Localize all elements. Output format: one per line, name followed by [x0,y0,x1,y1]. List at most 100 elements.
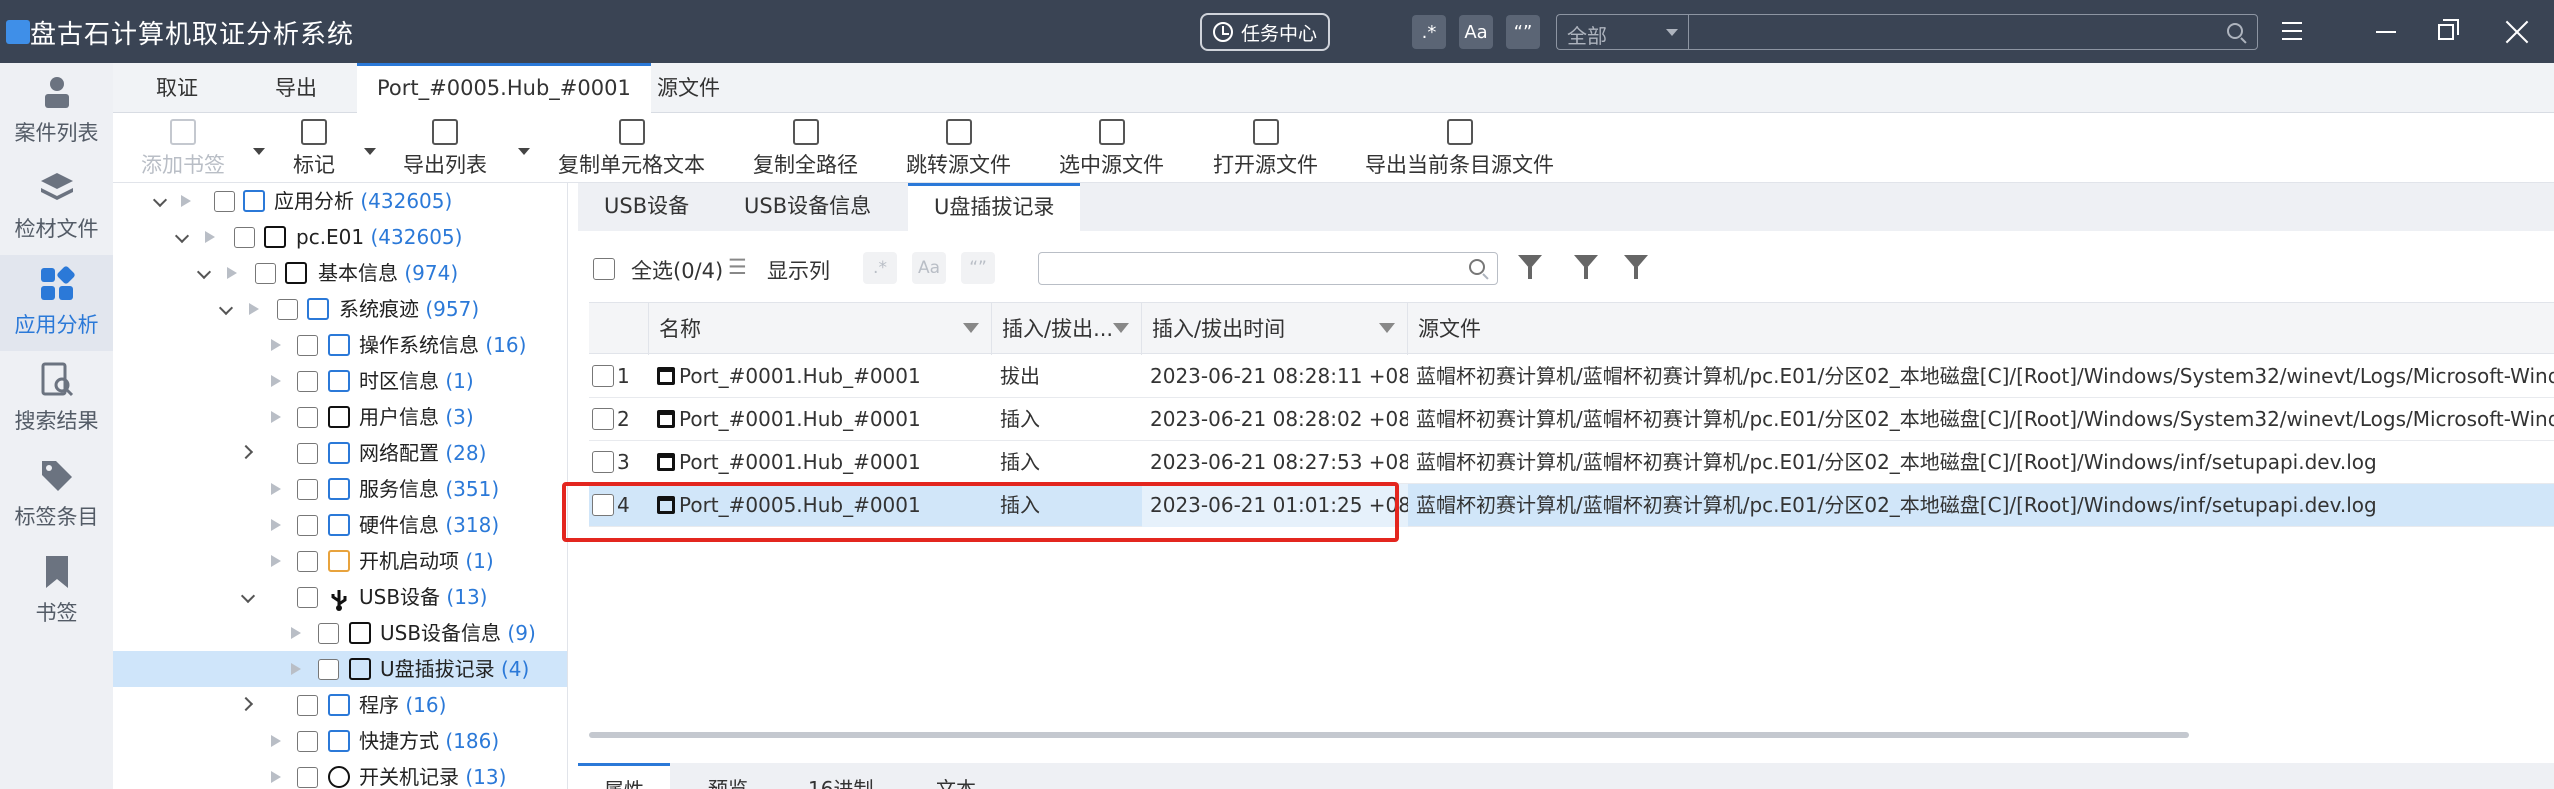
chevron-down-icon[interactable] [240,588,256,604]
tree-checkbox[interactable] [318,623,339,644]
tree-node[interactable]: 开关机记录 (13) [113,759,567,789]
tree-checkbox[interactable] [297,695,318,716]
close-icon[interactable] [2505,20,2529,44]
chevron-down-icon[interactable] [518,148,530,155]
tree-checkbox[interactable] [297,335,318,356]
tree-node[interactable]: USB设备 (13) [113,579,567,615]
tree-node[interactable]: 系统痕迹 (957) [113,291,567,327]
tree-checkbox[interactable] [234,227,255,248]
task-center-button[interactable]: 任务中心 [1200,13,1330,51]
tree-node[interactable]: 操作系统信息 (16) [113,327,567,363]
nav-item-search-results[interactable]: 搜索结果 [0,351,113,447]
nav-item-evidence-files[interactable]: 检材文件 [0,159,113,255]
tab-usb-plug-records[interactable]: U盘插拔记录 [908,183,1081,231]
filter-reset-icon[interactable] [1624,255,1648,279]
column-filter-icon[interactable] [1379,323,1395,333]
filter-clear-icon[interactable] [1574,255,1598,279]
case-toggle-button[interactable]: Aa [1459,15,1493,49]
chevron-right-icon[interactable] [238,444,254,460]
chevron-down-icon[interactable] [218,300,234,316]
tree-checkbox[interactable] [297,551,318,572]
copy-path-button[interactable]: 复制全路径 [753,119,858,179]
horizontal-scrollbar[interactable] [589,732,2189,738]
tree-checkbox[interactable] [297,767,318,788]
global-search-input[interactable] [1688,14,2258,50]
table-row[interactable]: 1 Port_#0001.Hub_#0001 拔出 2023-06-21 08:… [589,355,2554,398]
table-row[interactable]: 3 Port_#0001.Hub_#0001 插入 2023-06-21 08:… [589,441,2554,484]
tab-hex[interactable]: 16进制 [808,773,873,789]
case-toggle-button[interactable]: Aa [912,252,946,284]
tree-checkbox[interactable] [297,443,318,464]
tab-export[interactable]: 导出 [255,63,337,113]
search-scope-select[interactable]: 全部 [1556,14,1688,50]
tree-node[interactable]: 基本信息 (974) [113,255,567,291]
chevron-down-icon[interactable] [174,228,190,244]
menu-icon[interactable] [2282,22,2302,40]
tab-preview[interactable]: 预览 [708,773,748,789]
minimize-icon[interactable] [2376,31,2396,33]
tree-node[interactable]: 用户信息 (3) [113,399,567,435]
tree-checkbox[interactable] [297,587,318,608]
tree-node[interactable]: 硬件信息 (318) [113,507,567,543]
tree-checkbox[interactable] [297,371,318,392]
filter-icon[interactable] [1518,255,1542,279]
chevron-down-icon[interactable] [364,148,376,155]
tree-node[interactable]: USB设备信息 (9) [113,615,567,651]
table-row[interactable]: 2 Port_#0001.Hub_#0001 插入 2023-06-21 08:… [589,398,2554,441]
chevron-right-icon[interactable] [238,696,254,712]
nav-item-bookmarks[interactable]: 书签 [0,543,113,639]
tree-checkbox[interactable] [318,659,339,680]
tree-checkbox[interactable] [214,191,235,212]
tree-node[interactable]: 开机启动项 (1) [113,543,567,579]
nav-item-tag-entries[interactable]: 标签条目 [0,447,113,543]
open-source-button[interactable]: 打开源文件 [1213,119,1318,179]
chevron-down-icon[interactable] [196,264,212,280]
chevron-down-icon[interactable] [152,192,168,208]
tab-forensics[interactable]: 取证 [136,63,218,113]
tree-node[interactable]: pc.E01 (432605) [113,219,567,255]
tab-usb-device-info[interactable]: USB设备信息 [718,183,897,231]
search-icon[interactable] [1469,259,1485,275]
tree-checkbox[interactable] [277,299,298,320]
tree-node[interactable]: 网络配置 (28) [113,435,567,471]
table-search-input[interactable] [1038,252,1498,285]
mark-button[interactable]: 标记 [293,119,335,179]
search-icon[interactable] [2227,23,2243,39]
header-action[interactable]: 插入/拔出... [992,303,1142,355]
regex-toggle-button[interactable]: .* [1412,15,1446,49]
header-name[interactable]: 名称 [649,303,992,355]
nav-item-case-list[interactable]: 案件列表 [0,63,113,159]
tree-checkbox[interactable] [297,731,318,752]
quote-toggle-button[interactable]: “” [1506,15,1540,49]
tree-checkbox[interactable] [255,263,276,284]
tab-source-file[interactable]: 源文件 [637,63,740,113]
show-columns-button[interactable]: 显示列 [767,255,830,285]
column-filter-icon[interactable] [963,323,979,333]
select-all-checkbox[interactable] [593,258,615,280]
header-time[interactable]: 插入/拔出时间 [1142,303,1408,355]
add-bookmark-button[interactable]: 添加书签 [141,119,225,179]
jump-source-button[interactable]: 跳转源文件 [906,119,1011,179]
tab-properties[interactable]: 属性 [578,763,670,789]
restore-icon[interactable] [2438,19,2459,40]
column-filter-icon[interactable] [1113,323,1129,333]
tab-usb-device[interactable]: USB设备 [578,183,715,231]
select-source-button[interactable]: 选中源文件 [1059,119,1164,179]
export-list-button[interactable]: 导出列表 [403,119,487,179]
tree-node-selected[interactable]: U盘插拔记录 (4) [113,651,567,687]
tab-text[interactable]: 文本 [936,773,976,789]
header-source[interactable]: 源文件 [1408,303,2554,355]
export-current-button[interactable]: 导出当前条目源文件 [1365,119,1554,179]
tab-port-record[interactable]: Port_#0005.Hub_#0001 [357,63,651,113]
tree-checkbox[interactable] [297,515,318,536]
tree-node[interactable]: 程序 (16) [113,687,567,723]
tree-node[interactable]: 服务信息 (351) [113,471,567,507]
nav-item-app-analysis[interactable]: 应用分析 [0,255,113,351]
tree-node[interactable]: 应用分析 (432605) [113,183,567,219]
tree-checkbox[interactable] [297,479,318,500]
chevron-down-icon[interactable] [253,148,265,155]
tree-node[interactable]: 快捷方式 (186) [113,723,567,759]
quote-toggle-button[interactable]: “” [961,252,995,284]
regex-toggle-button[interactable]: .* [863,252,897,284]
tree-node[interactable]: 时区信息 (1) [113,363,567,399]
